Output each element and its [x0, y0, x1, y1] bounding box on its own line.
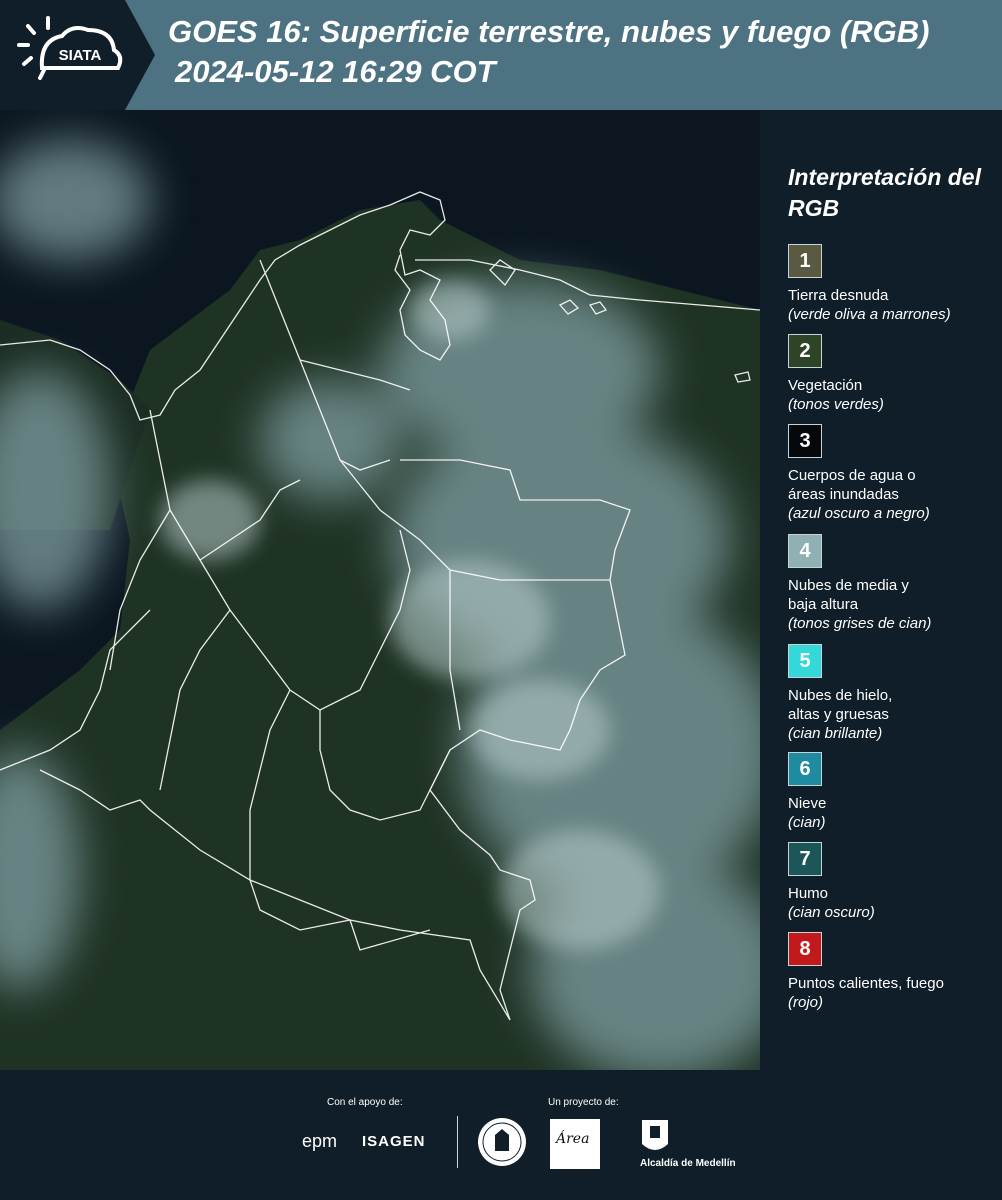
legend-swatch-1: 1 — [788, 244, 822, 278]
project-label: Un proyecto de: — [548, 1097, 619, 1108]
legend-item-5: 5 Nubes de hielo, altas y gruesas (cian … — [788, 644, 998, 743]
legend-label-8: Puntos calientes, fuego — [788, 975, 944, 992]
legend-item-4: 4 Nubes de media y baja altura (tonos gr… — [788, 534, 998, 633]
legend-item-7: 7 Humo (cian oscuro) — [788, 842, 998, 922]
legend-swatch-3: 3 — [788, 424, 822, 458]
legend-panel: Interpretación del RGB 1 Tierra desnuda … — [760, 110, 1002, 1070]
header-bar: SIATA GOES 16: Superficie terrestre, nub… — [0, 0, 1002, 110]
legend-desc-5: (cian brillante) — [788, 725, 883, 742]
timestamp: 2024-05-12 16:29 COT — [175, 54, 496, 89]
legend-desc-3: (azul oscuro a negro) — [788, 505, 930, 522]
legend-label-4: Nubes de media y baja altura — [788, 577, 909, 613]
legend-desc-7: (cian oscuro) — [788, 904, 875, 921]
legend-swatch-8: 8 — [788, 932, 822, 966]
legend-swatch-2: 2 — [788, 334, 822, 368]
legend-swatch-5: 5 — [788, 644, 822, 678]
legend-swatch-4: 4 — [788, 534, 822, 568]
area-metropolitana-logo: Área — [550, 1119, 600, 1169]
footer-bar: Con el apoyo de: Un proyecto de: epm ISA… — [0, 1070, 1002, 1200]
area-logo-text: Área — [556, 1131, 590, 1147]
siata-logo-icon: SIATA — [0, 0, 155, 110]
svg-text:SIATA: SIATA — [59, 47, 102, 64]
legend-desc-8: (rojo) — [788, 994, 824, 1011]
isagen-logo: ISAGEN — [362, 1133, 426, 1150]
legend-title: Interpretación del RGB — [788, 164, 981, 221]
university-seal-icon — [478, 1118, 526, 1166]
legend-label-3: Cuerpos de agua o áreas inundadas — [788, 467, 916, 503]
alcaldia-shield-icon — [642, 1120, 668, 1150]
legend-label-7: Humo — [788, 885, 829, 902]
legend-item-2: 2 Vegetación (tonos verdes) — [788, 334, 998, 414]
legend-desc-2: (tonos verdes) — [788, 396, 884, 413]
epm-logo: epm — [302, 1131, 338, 1151]
legend-desc-1: (verde oliva a marrones) — [788, 306, 951, 323]
legend-label-1: Tierra desnuda — [788, 287, 889, 304]
legend-item-3: 3 Cuerpos de agua o áreas inundadas (azu… — [788, 424, 998, 523]
legend-swatch-6: 6 — [788, 752, 822, 786]
footer-divider — [457, 1116, 458, 1168]
alcaldia-logo-text: Alcaldía de Medellín — [640, 1158, 736, 1169]
legend-label-5: Nubes de hielo, altas y gruesas — [788, 687, 893, 723]
legend-item-1: 1 Tierra desnuda (verde oliva a marrones… — [788, 244, 998, 324]
legend-desc-6: (cian) — [788, 814, 826, 831]
page-title: GOES 16: Superficie terrestre, nubes y f… — [168, 14, 930, 49]
support-label: Con el apoyo de: — [327, 1097, 403, 1108]
satellite-image — [0, 110, 760, 1070]
legend-label-6: Nieve — [788, 795, 827, 812]
legend-item-6: 6 Nieve (cian) — [788, 752, 998, 832]
legend-item-8: 8 Puntos calientes, fuego (rojo) — [788, 932, 998, 1012]
legend-desc-4: (tonos grises de cian) — [788, 615, 932, 632]
legend-label-2: Vegetación — [788, 377, 863, 394]
legend-swatch-7: 7 — [788, 842, 822, 876]
siata-logo-tab: SIATA — [0, 0, 155, 110]
satellite-map[interactable] — [0, 110, 760, 1070]
